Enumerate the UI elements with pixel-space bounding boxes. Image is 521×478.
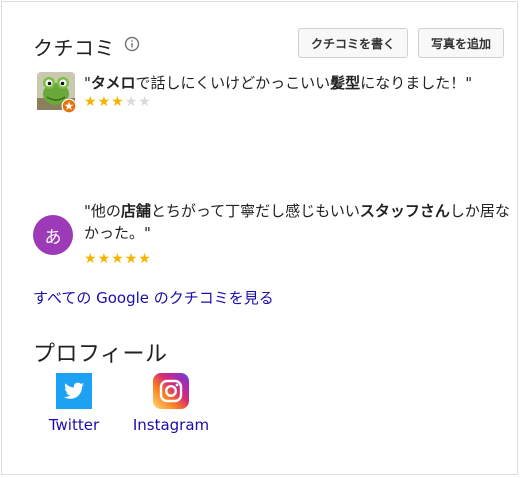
star-filled-icon: ★: [84, 94, 98, 110]
review-text-segment: ": [84, 74, 91, 92]
review-text-emphasis: タメロ: [90, 74, 136, 92]
star-filled-icon: ★: [111, 94, 125, 110]
write-review-button[interactable]: クチコミを書く: [298, 28, 408, 58]
reviews-heading: クチコミ: [33, 36, 115, 60]
info-icon[interactable]: [124, 36, 140, 52]
review-text-emphasis: 髪型: [330, 74, 361, 92]
review-text-segment: で話しにくいけどかっこいい: [135, 74, 331, 92]
review-text-emphasis: スタッフさん: [359, 202, 450, 220]
star-filled-icon: ★: [97, 94, 112, 110]
review-text: "他の店舗とちがって丁寧だし感じもいいスタッフさんしか居なかった。": [84, 200, 514, 244]
add-photo-button[interactable]: 写真を追加: [418, 28, 504, 58]
local-guide-badge-icon: [61, 98, 77, 114]
profile-heading: プロフィール: [33, 342, 168, 367]
star-filled-icon: ★: [138, 251, 152, 267]
star-filled-icon: ★: [97, 251, 112, 267]
star-rating: ★★★★★: [84, 94, 152, 110]
twitter-icon: [56, 373, 92, 409]
instagram-profile-link[interactable]: Instagram: [130, 373, 212, 434]
review-text-segment: とちがって丁寧だし感じもいい: [150, 202, 360, 220]
review-text: "タメロで話しにくいけどかっこいい髪型になりました！": [84, 72, 472, 94]
star-filled-icon: ★: [84, 251, 98, 267]
star-empty-icon: ★: [124, 94, 139, 110]
social-label: Twitter: [48, 416, 100, 434]
all-reviews-link[interactable]: すべての Google のクチコミを見る: [33, 287, 274, 308]
knowledge-panel: クチコミ クチコミを書く 写真を追加 "タメロで話しにくいけどかっこいい髪型にな…: [1, 1, 518, 475]
star-empty-icon: ★: [138, 94, 152, 110]
twitter-profile-link[interactable]: Twitter: [42, 373, 106, 434]
review-text-segment: "他の: [84, 202, 121, 220]
star-filled-icon: ★: [111, 251, 125, 267]
star-filled-icon: ★: [124, 251, 139, 267]
social-label: Instagram: [132, 416, 210, 434]
review-text-segment: になりました！": [360, 74, 473, 92]
star-rating: ★★★★★: [84, 251, 152, 267]
reviewer-avatar[interactable]: あ: [33, 215, 73, 255]
review-text-emphasis: 店舗: [120, 202, 151, 220]
instagram-icon: [153, 373, 189, 409]
